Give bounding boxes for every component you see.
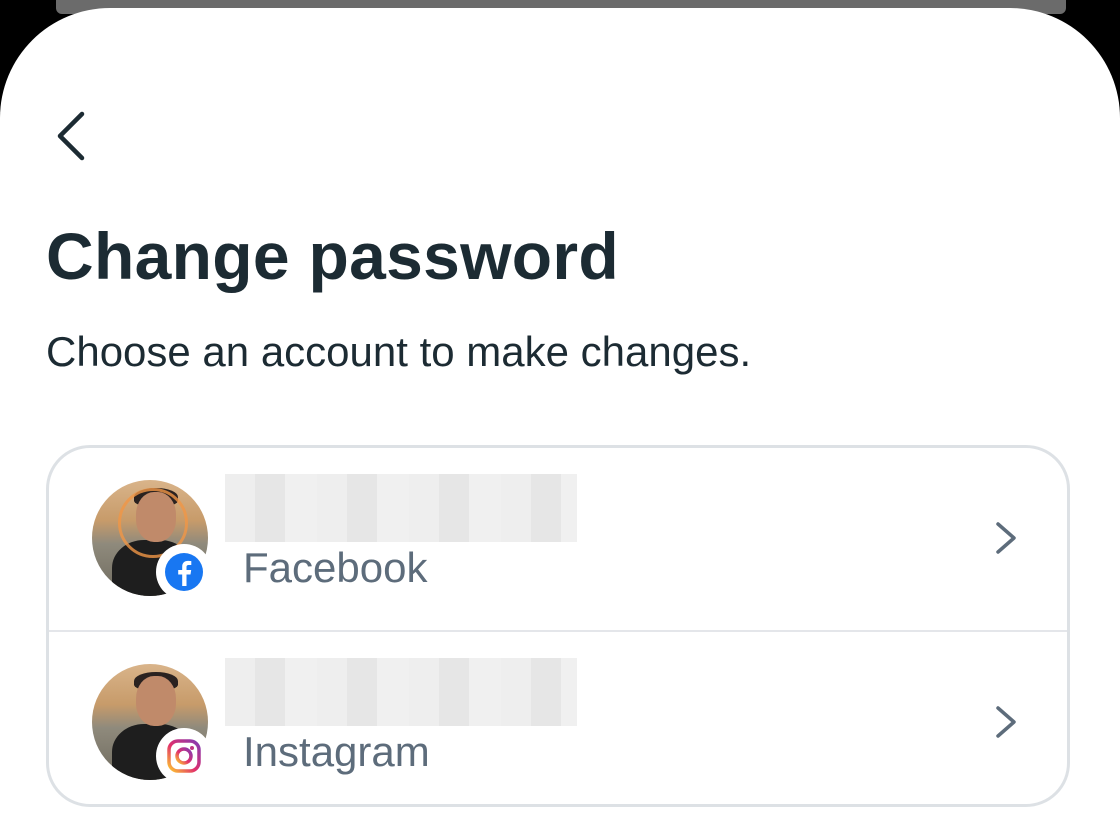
account-platform-label: Facebook: [243, 544, 428, 591]
facebook-badge: [156, 544, 212, 600]
account-list: Facebook Instagram: [46, 445, 1070, 807]
page-title: Change password: [46, 219, 619, 293]
account-row-instagram[interactable]: Instagram: [49, 630, 1067, 804]
instagram-icon: [167, 739, 201, 773]
redacted-username: [225, 474, 577, 542]
facebook-icon: [165, 553, 203, 591]
page-subtitle: Choose an account to make changes.: [46, 328, 752, 375]
back-button[interactable]: [40, 104, 104, 168]
redacted-username: [225, 658, 577, 726]
account-row-facebook[interactable]: Facebook: [49, 448, 1067, 630]
chevron-left-icon: [57, 111, 85, 161]
instagram-badge: [156, 728, 212, 784]
account-platform-label: Instagram: [243, 728, 430, 775]
bottom-sheet: Change password Choose an account to mak…: [0, 8, 1120, 828]
chevron-right-icon: [991, 518, 1021, 558]
chevron-right-icon: [991, 702, 1021, 742]
